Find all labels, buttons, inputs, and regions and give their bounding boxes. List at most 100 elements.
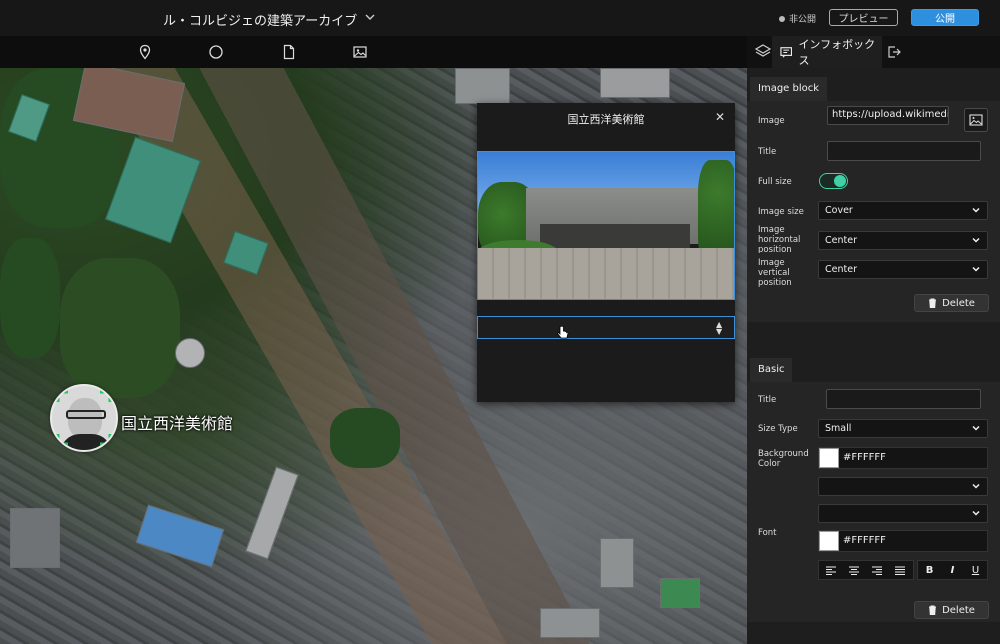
image-block-delete-button[interactable]: Delete bbox=[914, 294, 989, 312]
chevron-down-icon bbox=[972, 237, 980, 243]
chevron-down-icon bbox=[972, 510, 980, 516]
infobox-popup: 国立西洋美術館 ✕ ▲ ▼ bbox=[477, 103, 735, 402]
building bbox=[540, 608, 600, 638]
full-size-label: Full size bbox=[758, 177, 792, 187]
h-position-select[interactable]: Center bbox=[818, 231, 988, 250]
tab-infobox-label: インフォボックス bbox=[798, 38, 876, 67]
delete-label: Delete bbox=[942, 604, 975, 616]
image-size-select[interactable]: Cover bbox=[818, 201, 988, 220]
extra-select-2[interactable] bbox=[818, 504, 988, 523]
building bbox=[10, 508, 60, 568]
map-marker-avatar[interactable] bbox=[50, 384, 118, 452]
map-marker-label[interactable]: 国立西洋美術館 bbox=[121, 410, 233, 434]
photo-plaza bbox=[478, 248, 734, 299]
chevron-down-icon bbox=[972, 483, 980, 489]
size-type-value: Small bbox=[825, 423, 852, 434]
image-size-label: Image size bbox=[758, 207, 804, 217]
full-size-toggle[interactable] bbox=[819, 173, 848, 189]
building bbox=[135, 504, 225, 568]
chevron-down-icon[interactable] bbox=[363, 10, 377, 24]
file-icon[interactable] bbox=[281, 44, 297, 60]
font-label: Font bbox=[758, 528, 777, 538]
trash-icon bbox=[929, 605, 937, 615]
image-block-header[interactable]: Image block bbox=[750, 77, 828, 101]
h-position-value: Center bbox=[825, 235, 857, 246]
image-url-input[interactable]: https://upload.wikimedia.c bbox=[827, 106, 949, 125]
v-position-value: Center bbox=[825, 264, 857, 275]
building bbox=[175, 338, 205, 368]
preview-button[interactable]: プレビュー bbox=[829, 9, 898, 26]
park-area bbox=[0, 238, 60, 358]
h-position-label: Image horizontal position bbox=[758, 225, 801, 253]
align-right-icon bbox=[871, 566, 882, 575]
pin-icon[interactable] bbox=[137, 44, 153, 60]
infobox-icon bbox=[780, 46, 793, 58]
panel-tabs: インフォボックス bbox=[747, 36, 1000, 68]
title-label: Title bbox=[758, 147, 777, 157]
basic-title-label: Title bbox=[758, 395, 777, 405]
focus-frame-icon bbox=[56, 390, 112, 446]
close-icon[interactable]: ✕ bbox=[713, 110, 727, 124]
size-type-select[interactable]: Small bbox=[818, 419, 988, 438]
basic-title-input[interactable] bbox=[826, 389, 981, 409]
infobox-image[interactable] bbox=[477, 151, 735, 300]
bold-button[interactable]: B bbox=[918, 561, 941, 579]
building bbox=[455, 68, 510, 104]
bg-color-label: Background Color bbox=[758, 449, 809, 469]
building bbox=[223, 230, 269, 276]
park-area bbox=[330, 408, 400, 468]
building bbox=[660, 578, 700, 608]
layers-icon[interactable] bbox=[753, 42, 773, 62]
alignment-bar bbox=[818, 560, 914, 580]
status-indicator: 非公開 bbox=[779, 12, 816, 25]
tab-infobox[interactable]: インフォボックス bbox=[772, 36, 882, 68]
v-position-select[interactable]: Center bbox=[818, 260, 988, 279]
delete-label: Delete bbox=[942, 297, 975, 309]
building bbox=[600, 538, 634, 588]
building bbox=[245, 466, 299, 560]
publish-button[interactable]: 公開 bbox=[911, 9, 979, 26]
image-block-body: Image https://upload.wikimedia.c Title F… bbox=[747, 101, 1000, 322]
bg-color-input[interactable]: #FFFFFF bbox=[818, 447, 988, 469]
v-position-label: Image vertical position bbox=[758, 258, 792, 288]
align-justify-button[interactable] bbox=[888, 561, 911, 579]
image-title-input[interactable] bbox=[827, 141, 981, 161]
park-area bbox=[60, 258, 180, 398]
top-bar: ル・コルビジェの建築アーカイブ 非公開 プレビュー 公開 bbox=[0, 0, 1000, 36]
align-left-icon bbox=[825, 566, 836, 575]
properties-panel: Image block Image https://upload.wikimed… bbox=[747, 68, 1000, 644]
toggle-knob bbox=[834, 175, 846, 187]
app-title[interactable]: ル・コルビジェの建築アーカイブ bbox=[163, 10, 357, 29]
align-left-button[interactable] bbox=[819, 561, 842, 579]
status-text: 非公開 bbox=[789, 15, 817, 25]
basic-block-delete-button[interactable]: Delete bbox=[914, 601, 989, 619]
image-icon bbox=[969, 114, 983, 126]
image-label: Image bbox=[758, 116, 785, 126]
status-dot bbox=[779, 15, 785, 22]
basic-block-body: Title Size Type Small Background Color #… bbox=[747, 382, 1000, 622]
font-color-swatch[interactable] bbox=[819, 531, 839, 551]
font-color-input[interactable]: #FFFFFF bbox=[818, 530, 988, 552]
block-select[interactable]: ▲ ▼ bbox=[477, 316, 735, 339]
extra-select-1[interactable] bbox=[818, 477, 988, 496]
chevron-down-icon bbox=[972, 425, 980, 431]
image-picker-button[interactable] bbox=[964, 108, 988, 132]
italic-button[interactable]: I bbox=[941, 561, 964, 579]
exit-icon[interactable] bbox=[887, 45, 901, 59]
circle-icon[interactable] bbox=[208, 44, 224, 60]
basic-block-header[interactable]: Basic bbox=[750, 358, 793, 382]
align-right-button[interactable] bbox=[865, 561, 888, 579]
updown-arrows-icon: ▲ ▼ bbox=[716, 320, 723, 336]
bg-color-swatch[interactable] bbox=[819, 448, 839, 468]
align-center-button[interactable] bbox=[842, 561, 865, 579]
underline-button[interactable]: U bbox=[964, 561, 987, 579]
image-icon[interactable] bbox=[352, 44, 368, 60]
tool-bar bbox=[0, 36, 747, 68]
size-type-label: Size Type bbox=[758, 424, 798, 434]
photo-building-base bbox=[540, 224, 690, 248]
chevron-down-icon bbox=[972, 266, 980, 272]
image-size-value: Cover bbox=[825, 205, 853, 216]
infobox-title: 国立西洋美術館 bbox=[567, 113, 645, 126]
chevron-down-icon bbox=[972, 207, 980, 213]
text-style-bar: B I U bbox=[917, 560, 988, 580]
